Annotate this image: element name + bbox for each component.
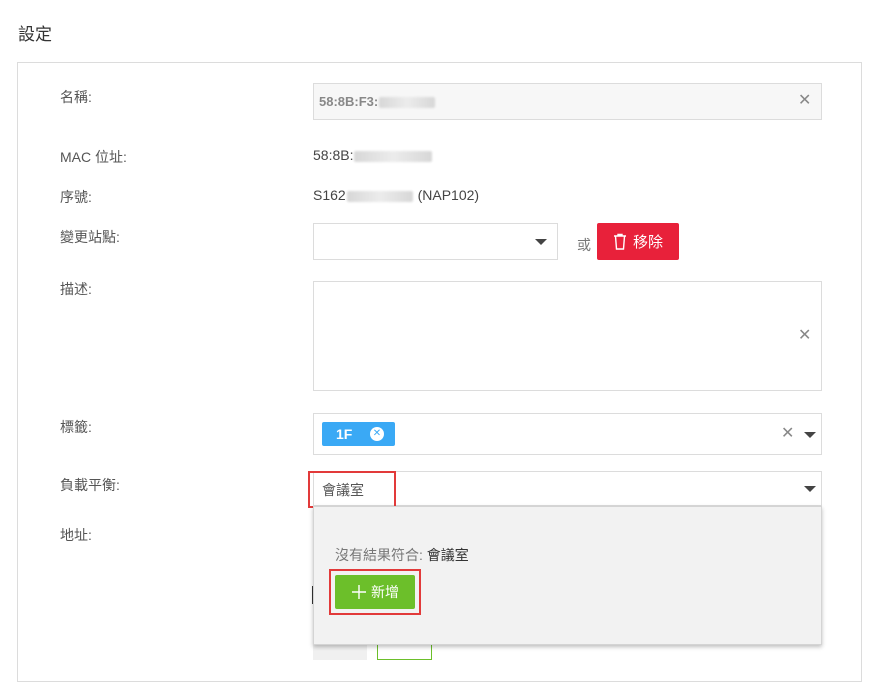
tag-label: 1F [336, 426, 353, 442]
highlight-box [308, 471, 396, 508]
page-title: 設定 [18, 25, 52, 44]
mac-label: MAC 位址: [60, 149, 127, 165]
or-text: 或 [577, 237, 591, 253]
tag-chip: 1F ✕ [322, 422, 395, 446]
name-field[interactable]: 58:8B:F3: ✕ [313, 83, 822, 120]
settings-panel: 名稱: 58:8B:F3: ✕ MAC 位址: 58:8B: 序號: S162 … [17, 62, 862, 682]
site-label: 變更站點: [60, 229, 120, 245]
chevron-down-icon[interactable] [804, 486, 816, 492]
add-button[interactable]: 新增 [335, 575, 415, 609]
remove-tag-icon[interactable]: ✕ [370, 427, 384, 441]
remove-button[interactable]: 移除 [597, 223, 679, 260]
site-select[interactable] [313, 223, 558, 260]
serial-label: 序號: [60, 189, 92, 205]
plus-icon [352, 585, 366, 599]
redacted-block [354, 150, 433, 162]
tags-field[interactable]: 1F ✕ ✕ [313, 413, 822, 455]
trash-icon [613, 233, 626, 250]
redacted-block [346, 190, 413, 202]
load-balance-select[interactable]: 會議室 [308, 471, 822, 508]
remove-button-label: 移除 [632, 234, 663, 251]
load-balance-dropdown: 沒有結果符合: 會議室 新增 [313, 506, 822, 645]
name-value: 58:8B:F3: [319, 94, 436, 109]
no-result-message: 沒有結果符合: 會議室 [335, 547, 469, 563]
description-label: 描述: [60, 281, 92, 297]
chevron-down-icon[interactable] [804, 432, 816, 438]
add-button-label: 新增 [371, 584, 399, 600]
clear-icon[interactable]: ✕ [798, 328, 811, 344]
no-result-term: 會議室 [426, 547, 469, 563]
highlight-box: 新增 [329, 569, 421, 615]
mac-value: 58:8B: [313, 147, 433, 163]
address-label: 地址: [60, 527, 92, 543]
clear-icon[interactable]: ✕ [781, 426, 794, 442]
tags-label: 標籤: [60, 419, 92, 435]
serial-value: S162 (NAP102) [313, 187, 480, 203]
chevron-down-icon[interactable] [535, 239, 547, 245]
clear-icon[interactable]: ✕ [798, 93, 811, 109]
description-field[interactable]: ✕ [313, 281, 822, 391]
redacted-block [379, 97, 436, 109]
load-balance-label: 負載平衡: [60, 477, 120, 493]
name-label: 名稱: [60, 89, 92, 105]
